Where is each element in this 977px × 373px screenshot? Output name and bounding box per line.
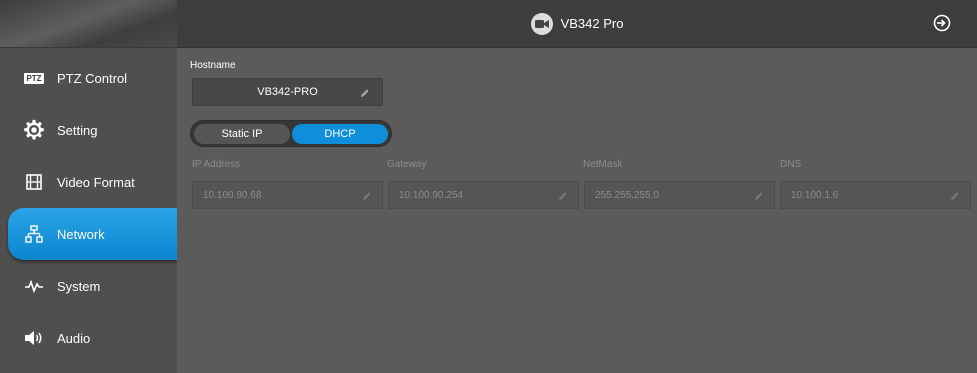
hostname-value: VB342-PRO <box>257 86 318 98</box>
netmask-field[interactable]: 255.255.255.0 <box>584 181 775 209</box>
network-icon <box>22 222 46 246</box>
sidebar-item-audio[interactable]: Audio <box>0 312 177 364</box>
ip-address-field[interactable]: 10.100.90.68 <box>192 181 383 209</box>
sidebar-item-network[interactable]: Network <box>8 208 177 260</box>
sidebar-item-label: Video Format <box>57 174 135 190</box>
edit-pencil-icon <box>755 192 763 200</box>
sidebar-item-system[interactable]: System <box>0 260 177 312</box>
static-ip-option[interactable]: Static IP <box>194 124 290 144</box>
hostname-field[interactable]: VB342-PRO <box>192 78 383 106</box>
sidebar-menu: PTZ PTZ Control Setting Video Format Net… <box>0 52 177 364</box>
gear-icon <box>22 118 46 142</box>
edit-pencil-icon <box>559 192 567 200</box>
device-name: VB342 Pro <box>560 16 624 31</box>
camera-icon <box>530 12 553 35</box>
ptz-icon: PTZ <box>24 72 44 84</box>
sidebar-item-label: Audio <box>57 330 91 346</box>
netmask-label: NetMask <box>583 159 623 170</box>
sidebar-logo-area <box>0 0 177 48</box>
sidebar-item-label: Setting <box>57 122 98 138</box>
hostname-label: Hostname <box>190 60 236 71</box>
sidebar-item-label: PTZ Control <box>57 70 128 86</box>
edit-pencil-icon <box>951 192 959 200</box>
netmask-value: 255.255.255.0 <box>595 189 659 201</box>
pulse-icon <box>22 274 46 298</box>
dns-label: DNS <box>780 159 802 170</box>
sidebar-item-video-format[interactable]: Video Format <box>0 156 177 208</box>
network-settings-panel: Hostname VB342-PRO Static IP DHCP IP Add… <box>177 49 977 373</box>
device-title: VB342 Pro <box>530 12 624 35</box>
dns-value: 10.100.1.6 <box>791 189 839 201</box>
sidebar-item-label: Network <box>57 226 105 242</box>
sidebar: PTZ PTZ Control Setting Video Format Net… <box>0 0 177 373</box>
film-icon <box>22 170 46 194</box>
gateway-label: Gateway <box>387 159 427 170</box>
sidebar-item-label: System <box>57 278 101 294</box>
dhcp-option[interactable]: DHCP <box>292 124 388 144</box>
dns-field[interactable]: 10.100.1.6 <box>780 181 971 209</box>
edit-pencil-icon[interactable] <box>360 88 370 98</box>
top-bar: VB342 Pro <box>177 0 977 48</box>
sidebar-item-setting[interactable]: Setting <box>0 104 177 156</box>
edit-pencil-icon <box>363 192 371 200</box>
speaker-icon <box>22 326 46 350</box>
ip-address-label: IP Address <box>192 159 241 170</box>
gateway-field[interactable]: 10.100.90.254 <box>388 181 579 209</box>
sidebar-item-ptz-control[interactable]: PTZ PTZ Control <box>0 52 177 104</box>
ip-mode-toggle[interactable]: Static IP DHCP <box>190 120 392 147</box>
ip-address-value: 10.100.90.68 <box>203 189 262 201</box>
gateway-value: 10.100.90.254 <box>399 189 463 201</box>
logout-icon[interactable] <box>932 13 952 33</box>
